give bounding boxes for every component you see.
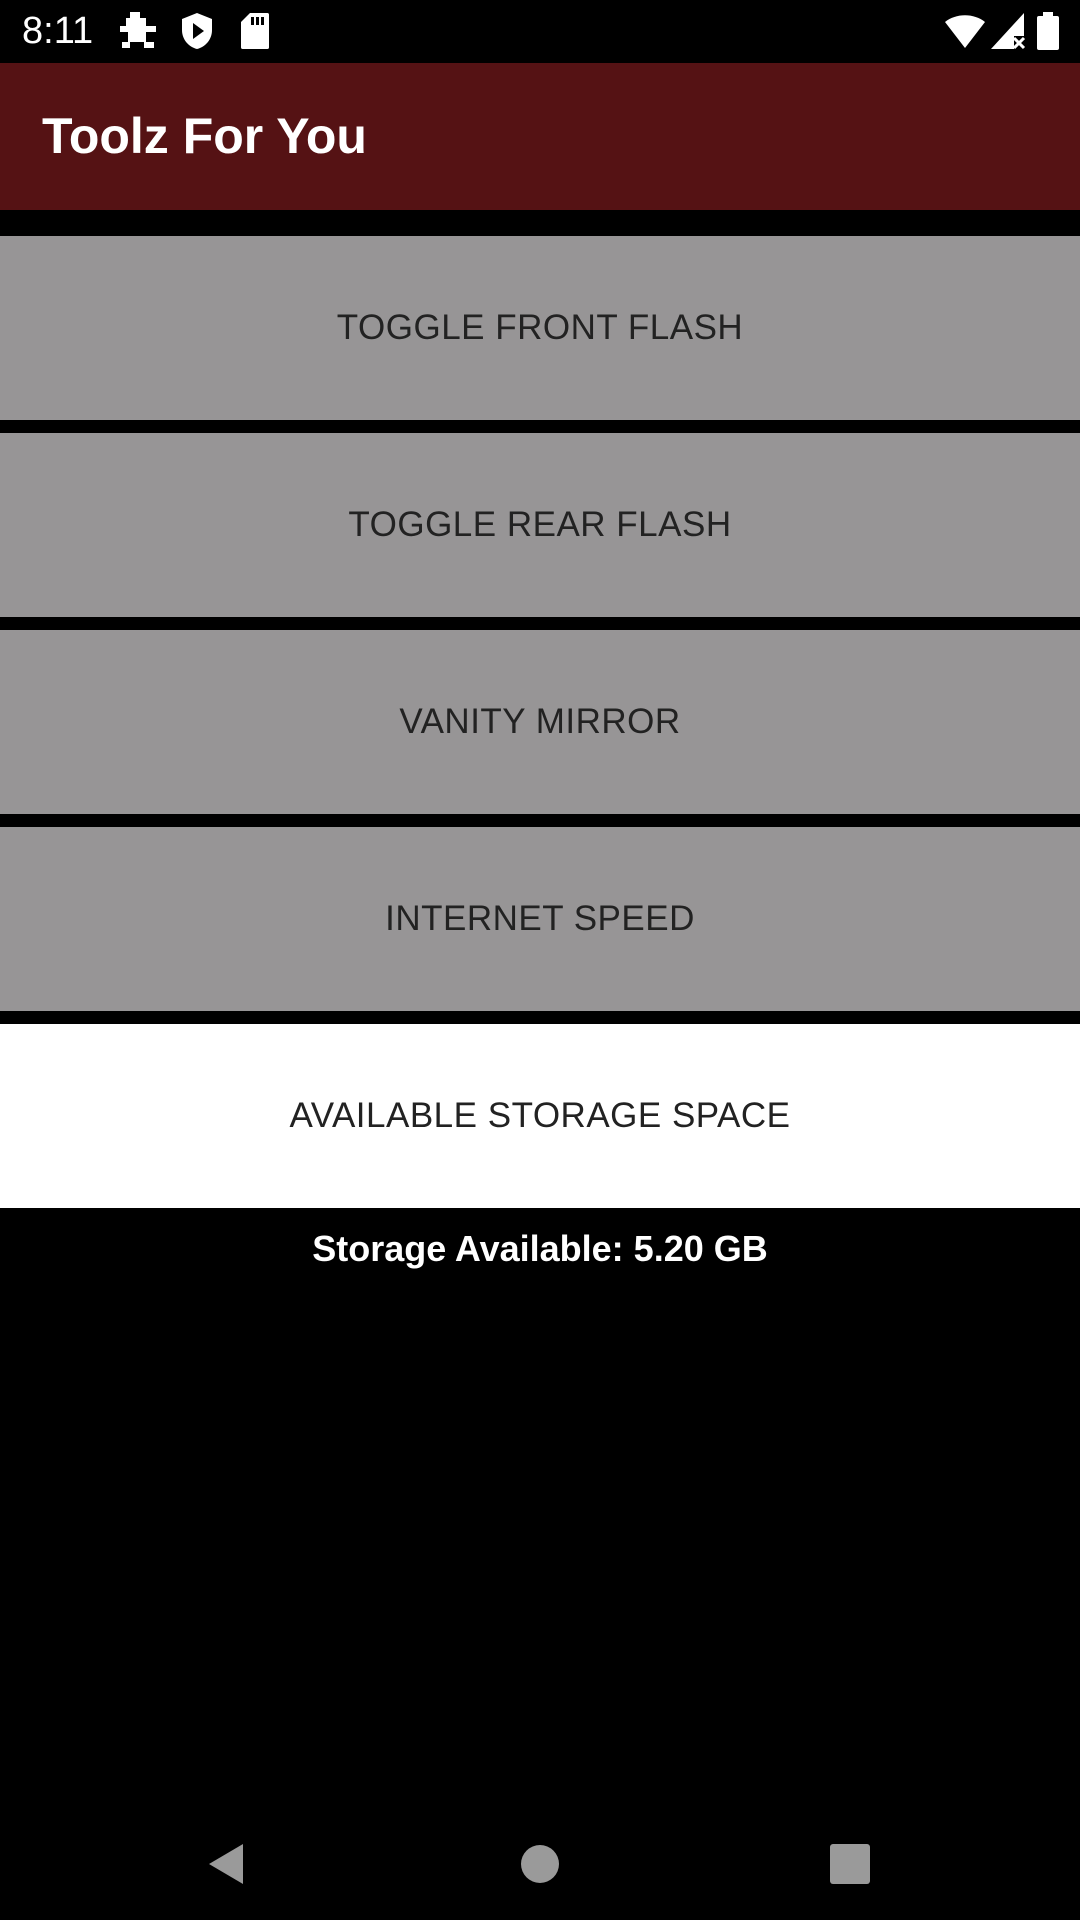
back-button[interactable] [185,1824,265,1904]
shield-play-icon [182,13,212,49]
back-icon [209,1844,243,1884]
cell-signal-no-data-icon [991,13,1026,50]
vanity-mirror-button[interactable]: VANITY MIRROR [0,630,1080,814]
toggle-front-flash-button[interactable]: TOGGLE FRONT FLASH [0,236,1080,420]
home-icon [521,1845,559,1883]
navigation-bar [0,1806,1080,1920]
battery-full-icon [1037,12,1059,50]
sd-card-icon [241,13,269,49]
wifi-icon [945,15,985,48]
app-title: Toolz For You [42,108,367,164]
recents-icon [830,1844,870,1884]
toggle-rear-flash-button[interactable]: TOGGLE REAR FLASH [0,433,1080,617]
status-time: 8:11 [22,10,94,52]
debug-bug-icon [120,12,156,48]
home-button[interactable] [500,1824,580,1904]
recents-button[interactable] [810,1824,890,1904]
status-bar: 8:11 [0,0,1080,63]
app-bar: Toolz For You [0,63,1080,210]
internet-speed-button[interactable]: INTERNET SPEED [0,827,1080,1011]
available-storage-space-button[interactable]: AVAILABLE STORAGE SPACE [0,1024,1080,1208]
storage-available-text: Storage Available: 5.20 GB [312,1228,768,1269]
